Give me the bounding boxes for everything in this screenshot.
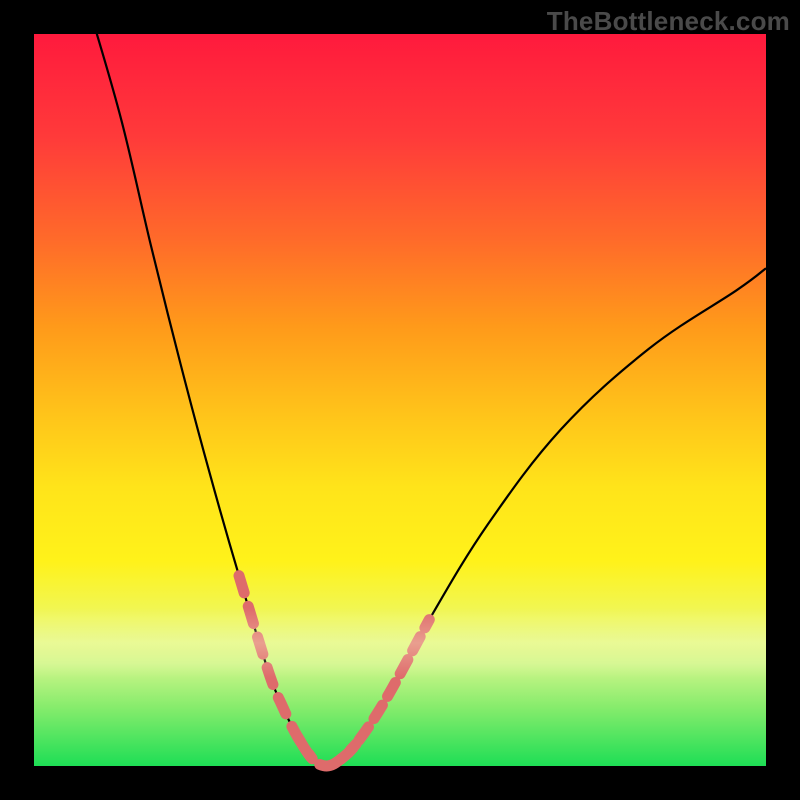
bottleneck-curve-svg — [34, 34, 766, 766]
highlight-right-ascent — [341, 620, 429, 759]
highlight-left-descent — [239, 576, 312, 759]
plot-area — [34, 34, 766, 766]
chart-frame: TheBottleneck.com — [0, 0, 800, 800]
bottleneck-curve — [93, 19, 766, 766]
watermark-text: TheBottleneck.com — [547, 6, 790, 37]
